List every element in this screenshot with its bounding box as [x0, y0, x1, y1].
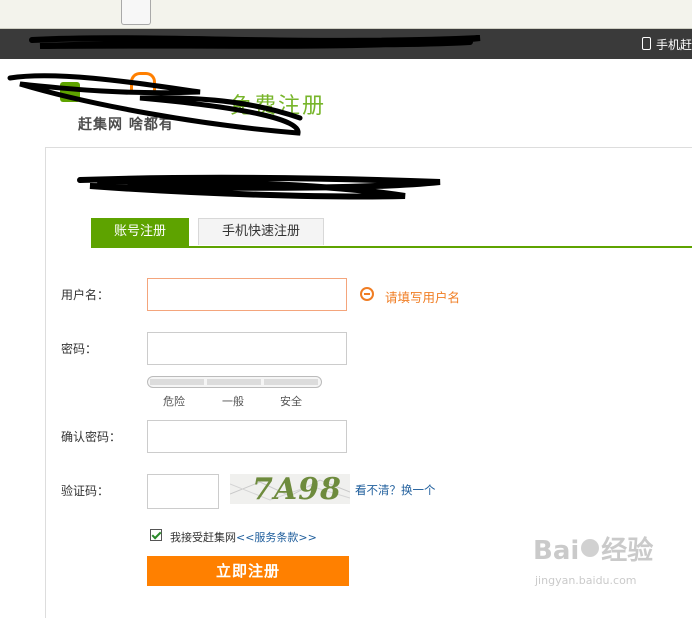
strength-segment-weak [150, 379, 204, 385]
password-label: 密码： [61, 342, 98, 356]
captcha-label: 验证码： [61, 484, 110, 498]
strength-segment-strong [264, 379, 318, 385]
page-title: 免费注册 [230, 94, 327, 119]
site-slogan: 赶集网 啥都有 [78, 117, 174, 133]
watermark-logo: Bai 经验 [533, 530, 653, 567]
watermark-jingyan: 经验 [601, 536, 654, 566]
mobile-link-label: 手机赶 [655, 38, 692, 52]
watermark-bai: Bai [533, 536, 580, 566]
agree-terms-checkbox[interactable] [150, 529, 162, 541]
username-input[interactable] [147, 278, 347, 311]
confirm-password-input[interactable] [147, 420, 347, 453]
strength-label-weak: 危险 [163, 395, 185, 408]
browser-tab[interactable] [121, 0, 151, 25]
captcha-refresh-link[interactable]: 看不清？换一个 [355, 482, 436, 498]
site-logo[interactable]: 免费注册 赶集网 啥都有 [60, 62, 360, 142]
terms-of-service-link[interactable]: <<服务条款>> [236, 531, 317, 544]
browser-tab-strip [0, 0, 692, 29]
captcha-input[interactable] [147, 474, 219, 509]
paw-icon [581, 539, 600, 557]
mobile-link[interactable]: 手机赶 [641, 36, 692, 53]
agree-terms-text: 我接受赶集网<<服务条款>> [170, 529, 317, 545]
tab-underline [91, 246, 692, 248]
watermark-url: jingyan.baidu.com [535, 574, 637, 587]
baidu-jingyan-watermark: Bai 经验 jingyan.baidu.com [533, 530, 683, 600]
username-error-message: 请填写用户名 [385, 290, 461, 305]
confirm-password-label: 确认密码： [61, 430, 122, 444]
tab-mobile-registration[interactable]: 手机快速注册 [198, 218, 324, 245]
strength-label-medium: 一般 [222, 395, 244, 408]
password-strength-meter [147, 376, 322, 388]
username-label: 用户名： [61, 288, 110, 302]
tab-account-registration[interactable]: 账号注册 [91, 218, 189, 246]
password-input[interactable] [147, 332, 347, 365]
strength-segment-medium [207, 379, 261, 385]
phone-icon [641, 37, 651, 50]
captcha-text: 7A98 [252, 474, 342, 504]
top-navigation-bar: 手机赶 [0, 29, 692, 59]
strength-label-strong: 安全 [280, 395, 302, 408]
logo-orange-mark-icon [130, 72, 156, 91]
agree-terms-prefix: 我接受赶集网 [170, 531, 236, 544]
error-minus-icon [360, 287, 374, 301]
register-submit-button[interactable]: 立即注册 [147, 556, 349, 586]
captcha-image[interactable]: 7A98 [230, 474, 350, 504]
logo-green-mark-icon [60, 82, 80, 102]
